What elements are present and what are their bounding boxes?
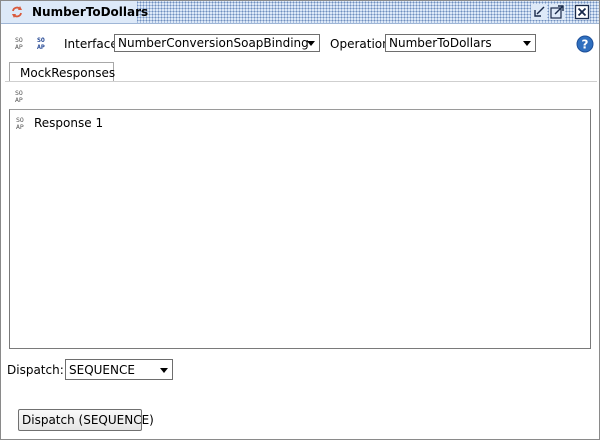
chevron-down-icon <box>160 368 168 373</box>
interface-label: Interface <box>64 37 118 51</box>
interface-select-value: NumberConversionSoapBinding <box>118 36 309 50</box>
svg-text:AP: AP <box>15 96 23 103</box>
operation-select-value: NumberToDollars <box>389 36 492 50</box>
operation-select[interactable]: NumberToDollars <box>385 34 536 52</box>
minimize-icon[interactable] <box>531 4 547 20</box>
soap-icon[interactable]: SO AP <box>37 36 51 50</box>
tab-mock-responses[interactable]: MockResponses <box>9 62 116 82</box>
dispatch-select[interactable]: SEQUENCE <box>65 359 173 380</box>
window-title: NumberToDollars <box>32 5 149 19</box>
chevron-down-icon <box>523 41 531 46</box>
dispatch-label: Dispatch: <box>7 363 64 377</box>
mock-service-window: NumberToDollars SO AP SO AP Interface Nu… <box>0 0 600 440</box>
dispatch-button[interactable]: Dispatch (SEQUENCE) <box>18 409 154 431</box>
soap-icon[interactable]: SO AP <box>15 89 29 103</box>
soap-icon[interactable]: SO AP <box>15 36 29 50</box>
mock-responses-list[interactable]: SO AP Response 1 <box>9 109 591 349</box>
svg-text:AP: AP <box>37 43 45 50</box>
close-icon[interactable] <box>574 4 590 20</box>
interface-select[interactable]: NumberConversionSoapBinding <box>114 34 320 52</box>
svg-text:AP: AP <box>16 123 24 130</box>
svg-text:?: ? <box>582 38 589 52</box>
soap-icon: SO AP <box>16 116 30 130</box>
response-label: Response 1 <box>34 116 104 130</box>
help-icon[interactable]: ? <box>576 35 594 53</box>
svg-text:AP: AP <box>15 43 23 50</box>
dispatch-select-value: SEQUENCE <box>69 363 135 377</box>
operation-label: Operation <box>330 37 390 51</box>
title-area: NumberToDollars <box>1 1 148 23</box>
tab-divider <box>5 81 597 82</box>
chevron-down-icon <box>307 41 315 46</box>
tab-label: MockResponses <box>20 66 116 80</box>
dispatch-button-label: Dispatch (SEQUENCE) <box>22 413 154 427</box>
title-bar[interactable]: NumberToDollars <box>1 1 599 24</box>
refresh-arrows-icon <box>10 5 24 19</box>
maximize-icon[interactable] <box>549 4 565 20</box>
